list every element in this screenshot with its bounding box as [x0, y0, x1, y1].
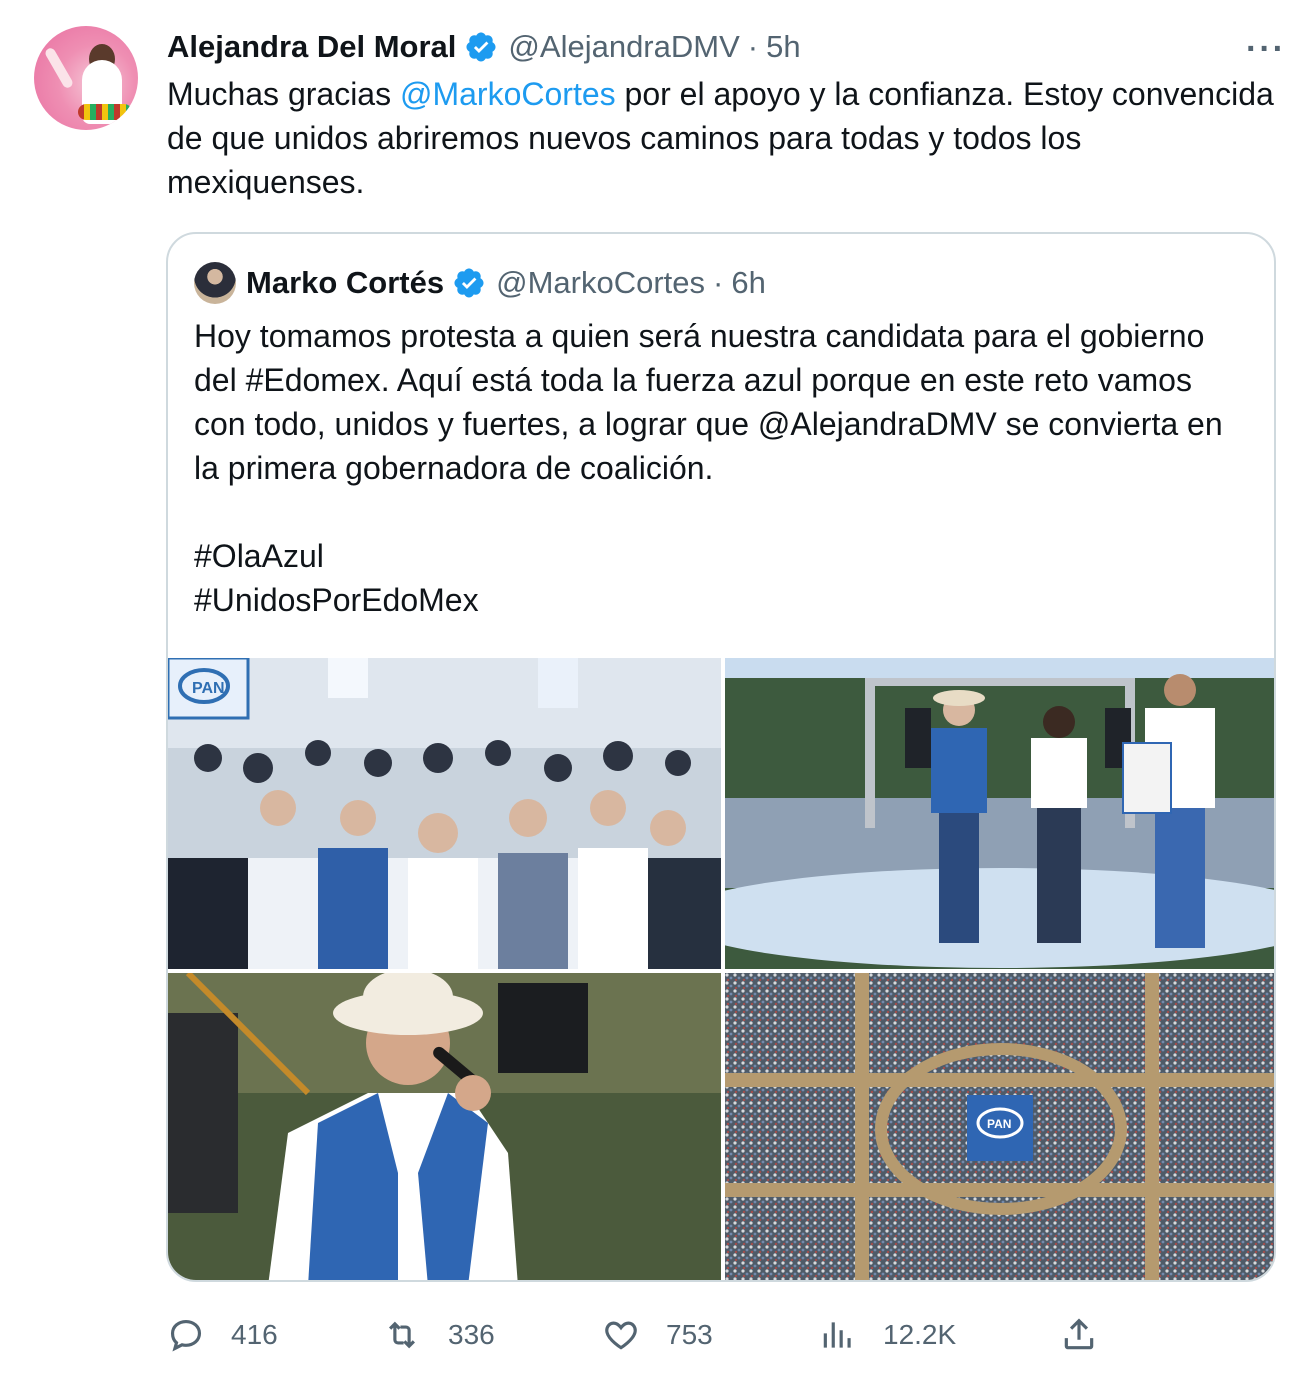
- share-icon: [1064, 1318, 1094, 1350]
- flag-text: PAN: [192, 680, 225, 697]
- quote-text: Hoy tomamos protesta a quien será nuestr…: [194, 314, 1244, 622]
- quote-author-avatar[interactable]: [194, 262, 236, 304]
- share-button[interactable]: [1060, 1310, 1124, 1360]
- reply-count: 416: [231, 1319, 278, 1350]
- author-name[interactable]: Alejandra Del Moral: [167, 29, 456, 65]
- author-avatar[interactable]: [34, 26, 138, 130]
- verified-badge-icon: [466, 32, 496, 62]
- like-button[interactable]: 753: [602, 1310, 713, 1360]
- views-count: 12.2K: [883, 1319, 957, 1350]
- hashtag-unidosporedomex[interactable]: #UnidosPorEdoMex: [194, 578, 1244, 622]
- separator-dot: ·: [747, 29, 759, 64]
- hashtag-olaazul[interactable]: #OlaAzul: [194, 534, 1244, 578]
- separator-dot: ·: [713, 265, 724, 300]
- photo-aerial-crowd[interactable]: PAN: [725, 973, 1274, 1280]
- mention-link[interactable]: @MarkoCortes: [400, 76, 616, 112]
- quote-time[interactable]: 6h: [731, 265, 765, 301]
- retweet-button[interactable]: 336: [382, 1310, 495, 1360]
- quote-author-handle[interactable]: @MarkoCortes: [496, 265, 705, 301]
- retweet-icon: [389, 1321, 415, 1349]
- retweet-count: 336: [448, 1319, 495, 1350]
- views-button[interactable]: 12.2K: [819, 1310, 956, 1360]
- photo-crowd[interactable]: PAN: [168, 658, 721, 969]
- tweet-time[interactable]: 5h: [766, 29, 800, 65]
- tweet-text: Muchas gracias @MarkoCortes por el apoyo…: [167, 72, 1277, 204]
- like-icon: [605, 1321, 637, 1350]
- sign-text: PAN: [987, 1117, 1011, 1131]
- views-icon: [823, 1322, 851, 1348]
- quote-author-name[interactable]: Marko Cortés: [246, 265, 444, 301]
- photo-stage[interactable]: [725, 658, 1274, 969]
- tweet-header: Alejandra Del Moral @AlejandraDMV · 5h: [167, 26, 801, 68]
- quote-header: Marko Cortés @MarkoCortes · 6h: [194, 262, 766, 304]
- photo-grid: PAN PAN: [168, 658, 1274, 1280]
- actions-bar: 416 336 753 12.2K: [167, 1310, 1277, 1360]
- photo-speaker[interactable]: [168, 973, 721, 1280]
- quote-paragraph: Hoy tomamos protesta a quien será nuestr…: [194, 318, 1223, 486]
- reply-button[interactable]: 416: [167, 1310, 278, 1360]
- reply-icon: [170, 1319, 202, 1352]
- author-handle[interactable]: @AlejandraDMV: [508, 29, 739, 65]
- more-icon[interactable]: ···: [1246, 30, 1286, 69]
- like-count: 753: [666, 1319, 713, 1350]
- quoted-tweet[interactable]: Marko Cortés @MarkoCortes · 6h Hoy tomam…: [166, 232, 1276, 1282]
- verified-badge-icon: [454, 268, 484, 298]
- tweet-text-before: Muchas gracias: [167, 76, 400, 112]
